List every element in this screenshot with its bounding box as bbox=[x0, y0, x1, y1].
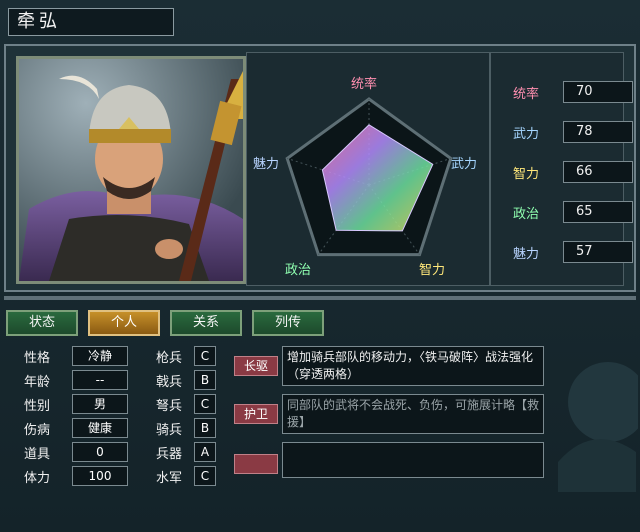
aptitude-grade: C bbox=[194, 394, 216, 414]
radar-label-meili: 魅力 bbox=[253, 157, 280, 172]
stat-row-meili: 魅力 57 bbox=[507, 241, 633, 263]
section-divider bbox=[4, 296, 636, 300]
aptitude-label: 枪兵 bbox=[156, 351, 183, 366]
general-portrait bbox=[19, 59, 243, 281]
info-label: 性格 bbox=[24, 351, 51, 366]
aptitude-grade: A bbox=[194, 442, 216, 462]
info-row-personality: 性格 冷静 bbox=[10, 346, 128, 366]
aptitude-label: 骑兵 bbox=[156, 423, 183, 438]
aptitude-label: 水军 bbox=[156, 471, 183, 486]
stat-row-tongshuai: 统率 70 bbox=[507, 81, 633, 103]
tab-relations[interactable]: 关系 bbox=[170, 310, 242, 336]
stat-row-zhengzhi: 政治 65 bbox=[507, 201, 633, 223]
aptitude-row-spear: 枪兵 C bbox=[150, 346, 224, 366]
personal-info-list: 性格 冷静 年龄 -- 性别 男 伤病 健康 道具 0 体力 100 bbox=[10, 342, 128, 492]
info-row-age: 年龄 -- bbox=[10, 370, 128, 390]
general-info-screen: 牵弘 统率 武力 智力 政治 魅力 统率 70 武力 78 智力 66 政治 6… bbox=[0, 0, 640, 532]
aptitude-grade: C bbox=[194, 466, 216, 486]
info-label: 性别 bbox=[24, 399, 51, 414]
info-value: 100 bbox=[72, 466, 128, 486]
tab-status[interactable]: 状态 bbox=[6, 310, 78, 336]
skill-description: 同部队的武将不会战死、负伤，可施展计略【救援】 bbox=[282, 394, 544, 434]
aptitude-row-halberd: 戟兵 B bbox=[150, 370, 224, 390]
skills-list: 长驱 增加骑兵部队的移动力，〈铁马破阵〉战法强化（穿透两格） 护卫 同部队的武将… bbox=[228, 342, 548, 492]
radar-label-tongshuai: 统率 bbox=[351, 77, 378, 92]
aptitude-row-crossbow: 弩兵 C bbox=[150, 394, 224, 414]
aptitude-label: 兵器 bbox=[156, 447, 183, 462]
aptitude-grade: C bbox=[194, 346, 216, 366]
aptitude-row-siege: 兵器 A bbox=[150, 442, 224, 462]
stat-label: 统率 bbox=[513, 87, 540, 102]
skill-tag[interactable]: 护卫 bbox=[234, 404, 278, 424]
radar-label-zhili: 智力 bbox=[419, 263, 446, 278]
aptitude-label: 弩兵 bbox=[156, 399, 183, 414]
aptitude-grade: B bbox=[194, 418, 216, 438]
info-row-stamina: 体力 100 bbox=[10, 466, 128, 486]
info-value: 冷静 bbox=[72, 346, 128, 366]
general-name: 牵弘 bbox=[8, 8, 174, 36]
top-panel: 统率 武力 智力 政治 魅力 统率 70 武力 78 智力 66 政治 65 魅… bbox=[4, 44, 636, 292]
tab-bar: 状态 个人 关系 列传 bbox=[6, 310, 336, 336]
stat-value: 78 bbox=[563, 121, 633, 143]
radar-label-zhengzhi: 政治 bbox=[285, 263, 312, 278]
info-label: 年龄 bbox=[24, 375, 51, 390]
stat-value: 57 bbox=[563, 241, 633, 263]
stat-label: 政治 bbox=[513, 207, 540, 222]
stat-value: 66 bbox=[563, 161, 633, 183]
skill-description-empty bbox=[282, 442, 544, 478]
info-value: 男 bbox=[72, 394, 128, 414]
skill-description: 增加骑兵部队的移动力，〈铁马破阵〉战法强化（穿透两格） bbox=[282, 346, 544, 386]
stat-label: 武力 bbox=[513, 127, 540, 142]
portrait-frame bbox=[16, 56, 246, 284]
tab-biography[interactable]: 列传 bbox=[252, 310, 324, 336]
stat-label: 智力 bbox=[513, 167, 540, 182]
aptitude-grade: B bbox=[194, 370, 216, 390]
tab-personal[interactable]: 个人 bbox=[88, 310, 160, 336]
info-row-items: 道具 0 bbox=[10, 442, 128, 462]
info-row-injury: 伤病 健康 bbox=[10, 418, 128, 438]
stats-panel: 统率 70 武力 78 智力 66 政治 65 魅力 57 bbox=[490, 52, 633, 286]
stat-value: 65 bbox=[563, 201, 633, 223]
info-value: 0 bbox=[72, 442, 128, 462]
attribute-radar-chart: 统率 武力 智力 政治 魅力 bbox=[246, 52, 490, 286]
info-label: 体力 bbox=[24, 471, 51, 486]
info-label: 伤病 bbox=[24, 423, 51, 438]
stat-label: 魅力 bbox=[513, 247, 540, 262]
stat-value: 70 bbox=[563, 81, 633, 103]
info-label: 道具 bbox=[24, 447, 51, 462]
skill-tag-empty[interactable] bbox=[234, 454, 278, 474]
info-value: 健康 bbox=[72, 418, 128, 438]
aptitude-row-cavalry: 骑兵 B bbox=[150, 418, 224, 438]
radar-label-wuli: 武力 bbox=[451, 157, 478, 172]
info-value: -- bbox=[72, 370, 128, 390]
info-row-gender: 性别 男 bbox=[10, 394, 128, 414]
aptitude-label: 戟兵 bbox=[156, 375, 183, 390]
aptitude-row-navy: 水军 C bbox=[150, 466, 224, 486]
stat-row-wuli: 武力 78 bbox=[507, 121, 633, 143]
decorative-background-art bbox=[558, 362, 638, 492]
stat-row-zhili: 智力 66 bbox=[507, 161, 633, 183]
troop-aptitude-list: 枪兵 C 戟兵 B 弩兵 C 骑兵 B 兵器 A 水军 C bbox=[150, 342, 224, 492]
skill-tag[interactable]: 长驱 bbox=[234, 356, 278, 376]
